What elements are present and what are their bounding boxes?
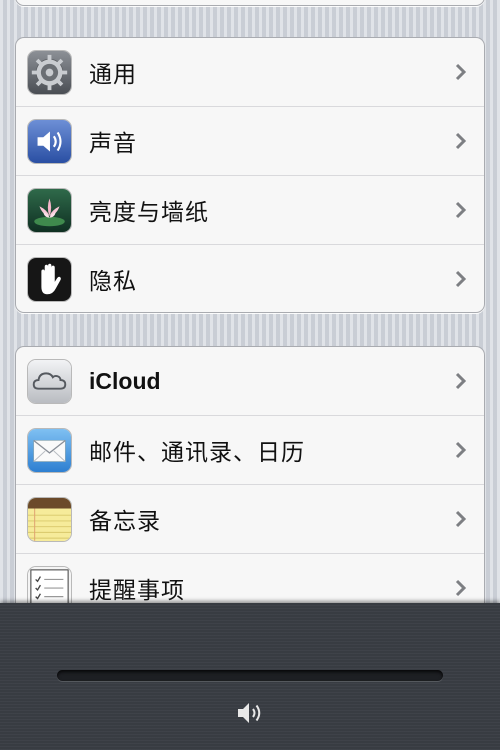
chevron-right-icon [452, 63, 470, 81]
volume-slider[interactable] [57, 670, 443, 681]
settings-group-1: 通用 声音 亮度与墙纸 隐私 [15, 37, 485, 313]
settings-row-label: 声音 [89, 130, 137, 156]
settings-row-brightness-wallpaper[interactable]: 亮度与墙纸 [16, 176, 484, 245]
chevron-right-icon [452, 132, 470, 150]
settings-row-label: 备忘录 [89, 508, 161, 534]
volume-control-panel [0, 603, 500, 750]
mail-icon [27, 428, 72, 473]
chevron-right-icon [452, 270, 470, 288]
gear-icon [27, 50, 72, 95]
settings-row-icloud[interactable]: iCloud [16, 347, 484, 416]
settings-row-label: 隐私 [89, 268, 137, 294]
cloud-icon [27, 359, 72, 404]
notepad-icon [27, 497, 72, 542]
chevron-right-icon [452, 372, 470, 390]
settings-row-sounds[interactable]: 声音 [16, 107, 484, 176]
chevron-right-icon [452, 441, 470, 459]
speaker-volume-icon[interactable] [236, 700, 264, 726]
flower-wallpaper-icon [27, 188, 72, 233]
settings-row-label: 通用 [89, 61, 137, 87]
settings-row-privacy[interactable]: 隐私 [16, 245, 484, 312]
settings-row-label: iCloud [89, 367, 161, 394]
previous-settings-group [15, 0, 485, 6]
chevron-right-icon [452, 201, 470, 219]
hand-icon [27, 257, 72, 302]
settings-row-label: 邮件、通讯录、日历 [89, 439, 305, 465]
settings-row-mail-contacts-calendars[interactable]: 邮件、通讯录、日历 [16, 416, 484, 485]
speaker-icon [27, 119, 72, 164]
settings-row-label: 提醒事项 [89, 577, 185, 603]
settings-row-notes[interactable]: 备忘录 [16, 485, 484, 554]
settings-group-2: iCloud 邮件、通讯录、日历 备忘录 提醒事项 [15, 346, 485, 628]
settings-row-label: 亮度与墙纸 [89, 199, 209, 225]
chevron-right-icon [452, 510, 470, 528]
chevron-right-icon [452, 579, 470, 597]
settings-row-general[interactable]: 通用 [16, 38, 484, 107]
